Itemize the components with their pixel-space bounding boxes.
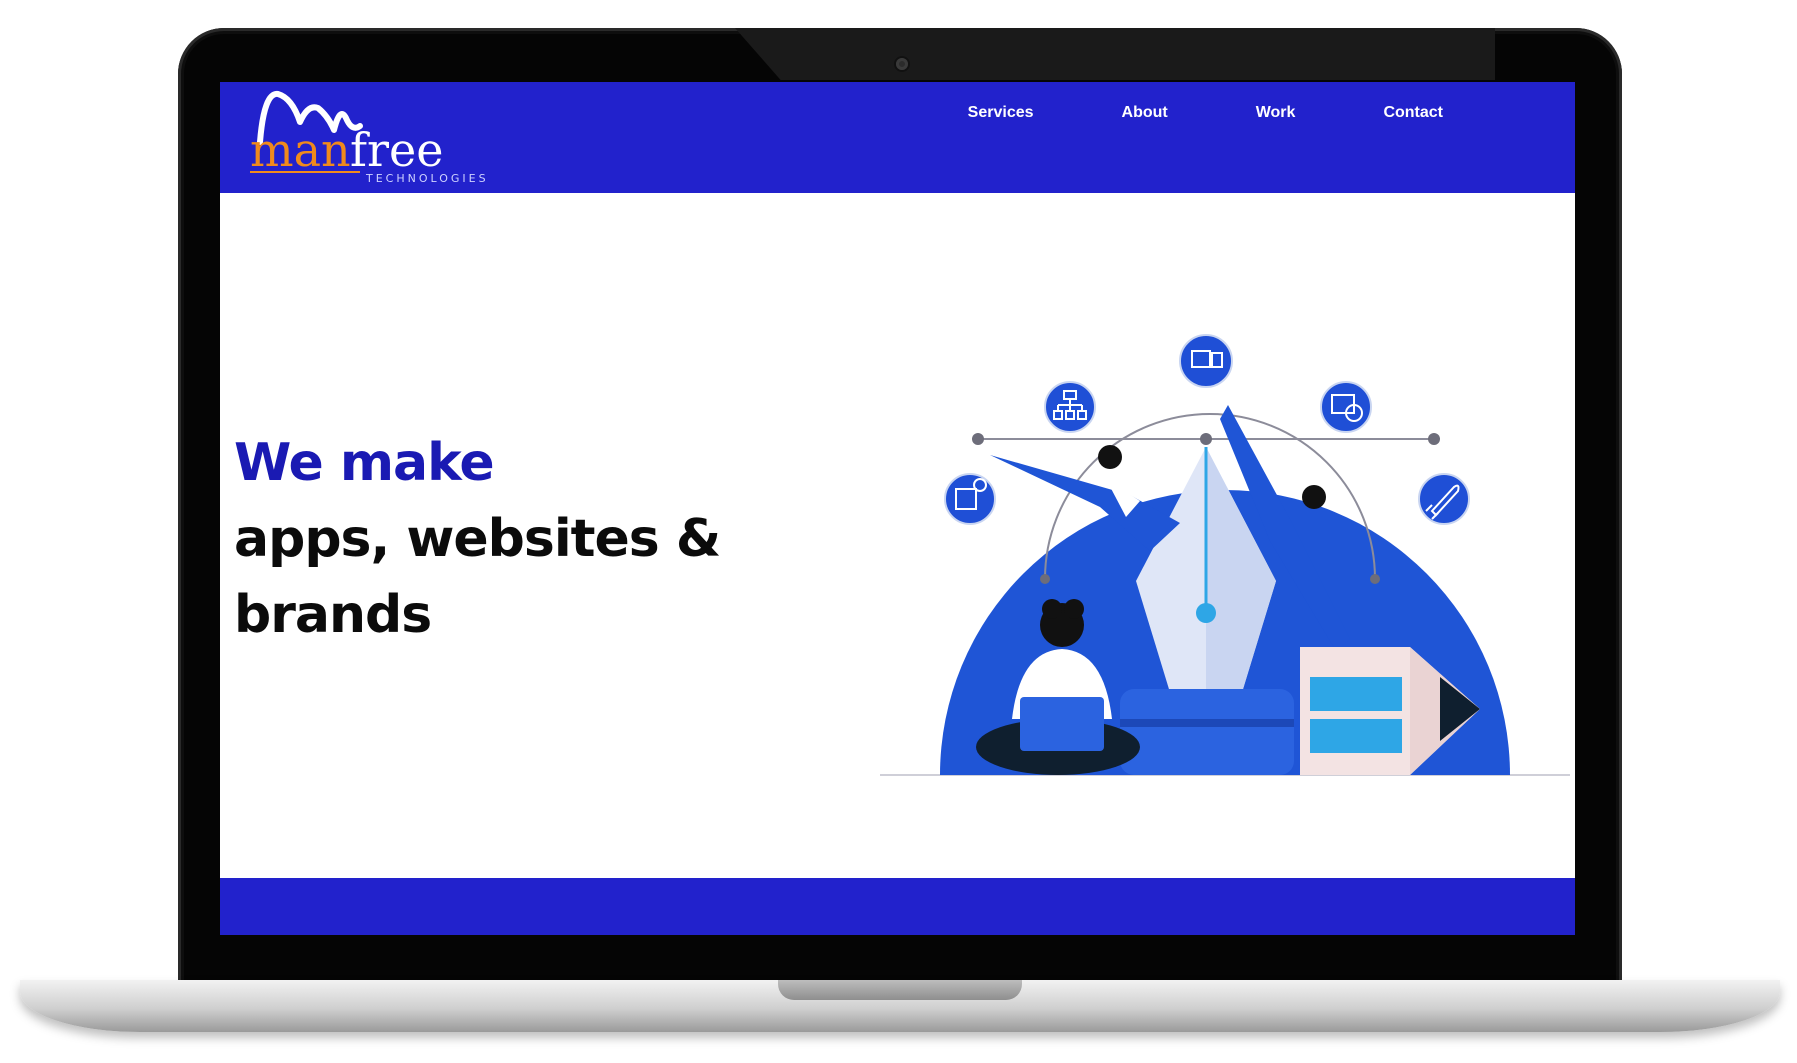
camera-icon — [896, 58, 908, 70]
footer-bar — [220, 878, 1575, 935]
laptop-opening-notch — [778, 980, 1022, 1000]
nav-services-link[interactable]: Services — [924, 104, 1078, 122]
hero-headline-line-2: apps, websites & — [234, 509, 721, 569]
ideas-icon — [944, 473, 996, 525]
rocket-icon — [1418, 473, 1470, 525]
devices-icon — [1179, 334, 1233, 388]
logo-word-free: free — [350, 123, 443, 177]
hero-headline-line-3: brands — [234, 585, 432, 645]
bezel-highlight — [735, 28, 1495, 80]
site-header: man free TECHNOLOGIES Services About Wor… — [220, 82, 1575, 193]
nav-contact-link[interactable]: Contact — [1339, 104, 1487, 122]
sitemap-icon — [1044, 381, 1096, 433]
hero-illustration — [880, 334, 1570, 776]
logo-subtitle: TECHNOLOGIES — [365, 172, 488, 185]
pen-base — [1120, 689, 1294, 775]
nav-work-link[interactable]: Work — [1212, 104, 1340, 122]
logo-word-man: man — [250, 123, 351, 177]
nav-about-link[interactable]: About — [1078, 104, 1212, 122]
website-screen: man free TECHNOLOGIES Services About Wor… — [220, 82, 1575, 935]
hero-headline-line-1: We make — [234, 433, 495, 493]
hero-section: We make apps, websites & brands — [220, 193, 1575, 877]
laptop-in-illustration — [1020, 697, 1104, 751]
main-nav: Services About Work Contact — [924, 104, 1487, 122]
site-logo[interactable]: man free TECHNOLOGIES — [248, 82, 488, 190]
analytics-icon — [1320, 381, 1372, 433]
